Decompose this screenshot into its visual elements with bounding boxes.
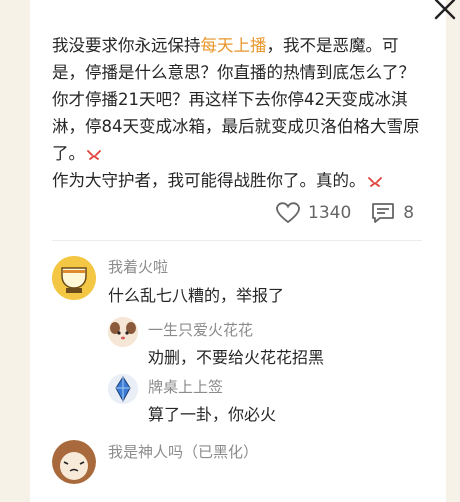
heart-icon[interactable] (276, 202, 300, 224)
post-highlight-link[interactable]: 每天上播 (201, 36, 267, 55)
post-actions: 1340 8 (276, 198, 434, 228)
angry-emoji-icon (367, 176, 382, 187)
like-count: 1340 (308, 203, 352, 223)
post-text-start: 我没要求你永远保持 (52, 36, 201, 55)
puppy-avatar[interactable] (108, 317, 138, 347)
reply-item[interactable]: 一生只爱火花花 劝删，不要给火花花招黑 (0, 315, 460, 370)
comment-item[interactable]: 我着火啦 什么乱七八糟的，举报了 (0, 250, 460, 310)
post-text-line2: 作为大守护者，我可能得战胜你了。真的。 (52, 171, 366, 190)
crystal-avatar[interactable] (108, 374, 138, 404)
divider (52, 240, 422, 241)
comment-icon[interactable] (371, 202, 395, 224)
commenter-name[interactable]: 一生只爱火花花 (148, 319, 253, 340)
comment-count: 8 (403, 203, 415, 223)
reply-item[interactable]: 牌桌上上签 算了一卦，你必火 (0, 372, 460, 427)
commenter-name[interactable]: 我是神人吗（已黑化） (108, 441, 258, 462)
post-body: 我没要求你永远保持每天上播，我不是恶魔。可是，停播是什么意思？你直播的热情到底怎… (52, 32, 427, 194)
comment-text: 劝删，不要给火花花招黑 (148, 348, 325, 367)
comment-text: 什么乱七八糟的，举报了 (108, 286, 285, 305)
comment-text: 算了一卦，你必火 (148, 405, 277, 424)
cup-avatar[interactable] (52, 256, 96, 300)
cat-avatar[interactable] (52, 440, 96, 484)
commenter-name[interactable]: 我着火啦 (108, 256, 168, 277)
post-text-rest: ，我不是恶魔。可是，停播是什么意思？你直播的热情到底怎么了？你才停播21天吧？再… (52, 36, 420, 163)
close-icon[interactable] (430, 0, 460, 22)
commenter-name[interactable]: 牌桌上上签 (148, 376, 223, 397)
comment-item[interactable]: 我是神人吗（已黑化） (0, 432, 460, 502)
angry-emoji-icon (87, 149, 101, 160)
